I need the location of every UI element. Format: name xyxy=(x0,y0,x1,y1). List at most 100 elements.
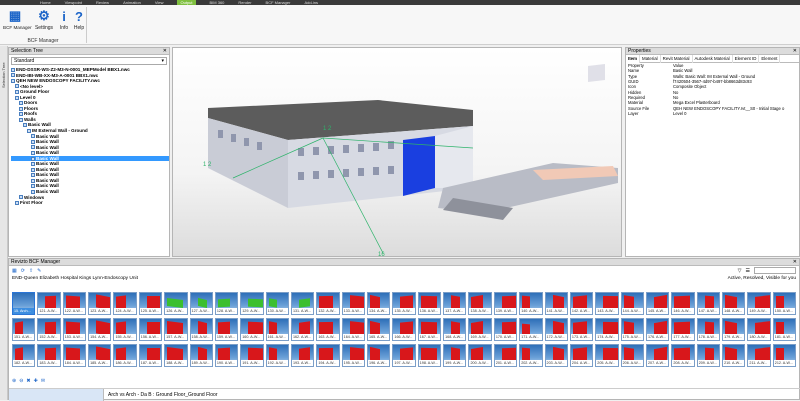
close-icon[interactable]: ✕ xyxy=(793,48,797,55)
upload-icon[interactable]: ⇧ xyxy=(29,268,33,274)
issue-thumbnail[interactable]: 178. A-W... xyxy=(696,318,721,341)
issue-thumbnail[interactable]: 181. A-W... xyxy=(772,318,797,341)
issue-thumbnail[interactable]: 132. A-W... xyxy=(316,292,340,315)
issue-thumbnail[interactable]: 207. A-W... xyxy=(645,344,670,367)
properties-tab[interactable]: Element xyxy=(759,54,781,63)
issue-thumbnail[interactable]: 133. A-W... xyxy=(341,292,366,315)
issue-thumbnail[interactable]: 199. A-W... xyxy=(443,344,467,367)
issue-thumbnail[interactable]: 125. A-W... xyxy=(138,292,163,315)
issue-thumbnail[interactable]: 147. A-W... xyxy=(696,292,721,315)
issue-thumbnail[interactable]: 174. A-W... xyxy=(595,318,619,341)
issue-thumbnail[interactable]: 123. A-W... xyxy=(88,292,112,315)
dock-strip[interactable]: Selection Tree xyxy=(0,46,8,400)
selection-tree-dropdown[interactable]: Standard xyxy=(11,57,167,65)
delete-icon[interactable]: ✖ xyxy=(26,378,30,384)
issue-thumbnail[interactable]: 204. A-W... xyxy=(569,344,594,367)
issue-thumbnail[interactable]: 162. A-W... xyxy=(290,318,315,341)
issue-thumbnail[interactable]: 139. A-W... xyxy=(493,292,518,315)
issue-thumbnail[interactable]: 198. A-W... xyxy=(417,344,442,367)
issue-thumbnail[interactable]: 176. A-W... xyxy=(645,318,670,341)
list-view-icon[interactable]: ☰ xyxy=(746,268,750,274)
issue-thumbnail[interactable]: 182. A-W... xyxy=(12,344,36,367)
issue-thumbnail[interactable]: 145. A-W... xyxy=(645,292,670,315)
issue-thumbnail[interactable]: 135. A-W... xyxy=(392,292,416,315)
issue-thumbnail[interactable]: 142. A-W... xyxy=(569,292,594,315)
issue-thumbnail[interactable]: 150. A-W... xyxy=(772,292,797,315)
properties-tab[interactable]: Revit Material xyxy=(661,54,693,63)
properties-tab[interactable]: Material xyxy=(640,54,661,63)
issue-thumbnail[interactable]: 189. A-W... xyxy=(189,344,213,367)
issue-thumbnail[interactable]: 185. A-W... xyxy=(88,344,112,367)
add-icon[interactable]: ✚ xyxy=(34,378,38,384)
issue-thumbnail[interactable]: 208. A-W... xyxy=(671,344,695,367)
close-icon[interactable]: ✕ xyxy=(163,48,167,55)
issue-thumbnail[interactable]: 122. A-W... xyxy=(62,292,87,315)
search-input[interactable] xyxy=(754,267,796,274)
issue-thumbnail[interactable]: 146. A-W... xyxy=(671,292,695,315)
issue-thumbnail[interactable]: 201. A-W... xyxy=(493,344,518,367)
property-row[interactable]: Layer Level 0 xyxy=(626,111,799,116)
issue-thumbnail[interactable]: 157. A-W... xyxy=(164,318,188,341)
issue-thumbnail[interactable]: 212. A-W... xyxy=(772,344,797,367)
issue-thumbnail[interactable]: 166. A-W... xyxy=(392,318,416,341)
issue-thumbnail[interactable]: 210. A-W... xyxy=(722,344,746,367)
refresh-icon[interactable]: ⟳ xyxy=(21,268,25,274)
issue-thumbnail[interactable]: 192. A-W... xyxy=(265,344,289,367)
issue-thumbnail[interactable]: 183. A-W... xyxy=(37,344,61,367)
issue-thumbnail[interactable]: 155. A-W... xyxy=(113,318,137,341)
issue-thumbnail[interactable]: 156. A-W... xyxy=(138,318,163,341)
dock-tab-selection-tree[interactable]: Selection Tree xyxy=(1,62,6,88)
issue-thumbnail[interactable]: 134. A-W... xyxy=(367,292,391,315)
issue-thumbnail[interactable]: 179. A-W... xyxy=(722,318,746,341)
issue-thumbnail[interactable]: 165. A-W... xyxy=(367,318,391,341)
issue-thumbnail[interactable]: 180. A-W... xyxy=(747,318,771,341)
close-icon[interactable]: ✕ xyxy=(793,259,797,266)
issue-thumbnail[interactable]: 131. A-W... xyxy=(290,292,315,315)
zoom-in-icon[interactable]: ⊕ xyxy=(12,378,16,384)
help-button[interactable]: ? Help xyxy=(67,7,91,32)
issue-thumbnail[interactable]: 137. A-W... xyxy=(443,292,467,315)
issue-thumbnail[interactable]: 206. A-W... xyxy=(620,344,644,367)
issue-thumbnail[interactable]: 194. A-W... xyxy=(316,344,340,367)
issue-thumbnail[interactable]: 121. A-W... xyxy=(37,292,61,315)
issue-thumbnail[interactable]: 141. A-W... xyxy=(544,292,568,315)
issue-thumbnail[interactable]: 172. A-W... xyxy=(544,318,568,341)
issue-thumbnail[interactable]: 136. A-W... xyxy=(417,292,442,315)
issue-thumbnail[interactable]: 151. A-W... xyxy=(12,318,36,341)
issue-thumbnail[interactable]: 173. A-W... xyxy=(569,318,594,341)
issue-thumbnail[interactable]: 143. A-W... xyxy=(595,292,619,315)
issue-thumbnail[interactable]: 124. A-W... xyxy=(113,292,137,315)
issue-thumbnail[interactable]: 170. A-W... xyxy=(493,318,518,341)
issue-thumbnail[interactable]: 169. A-W... xyxy=(468,318,492,341)
zoom-out-icon[interactable]: ⊖ xyxy=(19,378,23,384)
issue-thumbnail[interactable]: 152. A-W... xyxy=(37,318,61,341)
issue-thumbnail[interactable]: 160. A-W... xyxy=(240,318,264,341)
bcf-manager-button[interactable]: ▦ BCF Manager xyxy=(3,7,32,30)
issue-thumbnail[interactable]: 184. A-W... xyxy=(62,344,87,367)
issue-thumbnail[interactable]: 191. A-W... xyxy=(240,344,264,367)
properties-tab[interactable]: Autodesk Material xyxy=(693,54,733,63)
issue-thumbnail[interactable]: 209. A-W... xyxy=(696,344,721,367)
comment-icon[interactable]: ✉ xyxy=(41,378,45,384)
grid-view-icon[interactable]: ▦ xyxy=(12,268,17,274)
issue-thumbnail[interactable]: 140. A-W... xyxy=(519,292,543,315)
issue-thumbnail[interactable]: 168. A-W... xyxy=(443,318,467,341)
issue-thumbnail[interactable]: 149. A-W... xyxy=(747,292,771,315)
issue-thumbnail[interactable]: 130. A-W... xyxy=(265,292,289,315)
issue-thumbnail[interactable]: 129. A-W... xyxy=(240,292,264,315)
issue-thumbnail[interactable]: 190. A-W... xyxy=(214,344,239,367)
issue-thumbnail[interactable]: 127. A-W... xyxy=(189,292,213,315)
issue-thumbnail[interactable]: 175. A-W... xyxy=(620,318,644,341)
issue-thumbnail[interactable]: 197. A-W... xyxy=(392,344,416,367)
issue-thumbnail[interactable]: 205. A-W... xyxy=(595,344,619,367)
issue-thumbnail[interactable]: 128. A-W... xyxy=(214,292,239,315)
3d-viewport[interactable]: 1 2 1 2 16 xyxy=(172,47,622,257)
properties-tab[interactable]: Item xyxy=(626,54,641,63)
issue-thumbnail[interactable]: 193. A-W... xyxy=(290,344,315,367)
issue-thumbnail[interactable]: 171. A-W... xyxy=(519,318,543,341)
issue-thumbnail[interactable]: 159. A-W... xyxy=(214,318,239,341)
issue-thumbnail[interactable]: 202. A-W... xyxy=(519,344,543,367)
tree-node[interactable]: First Floor xyxy=(11,200,169,206)
filter-icon[interactable]: ▽ xyxy=(738,268,742,274)
issue-thumbnail[interactable]: 211. A-W... xyxy=(747,344,771,367)
